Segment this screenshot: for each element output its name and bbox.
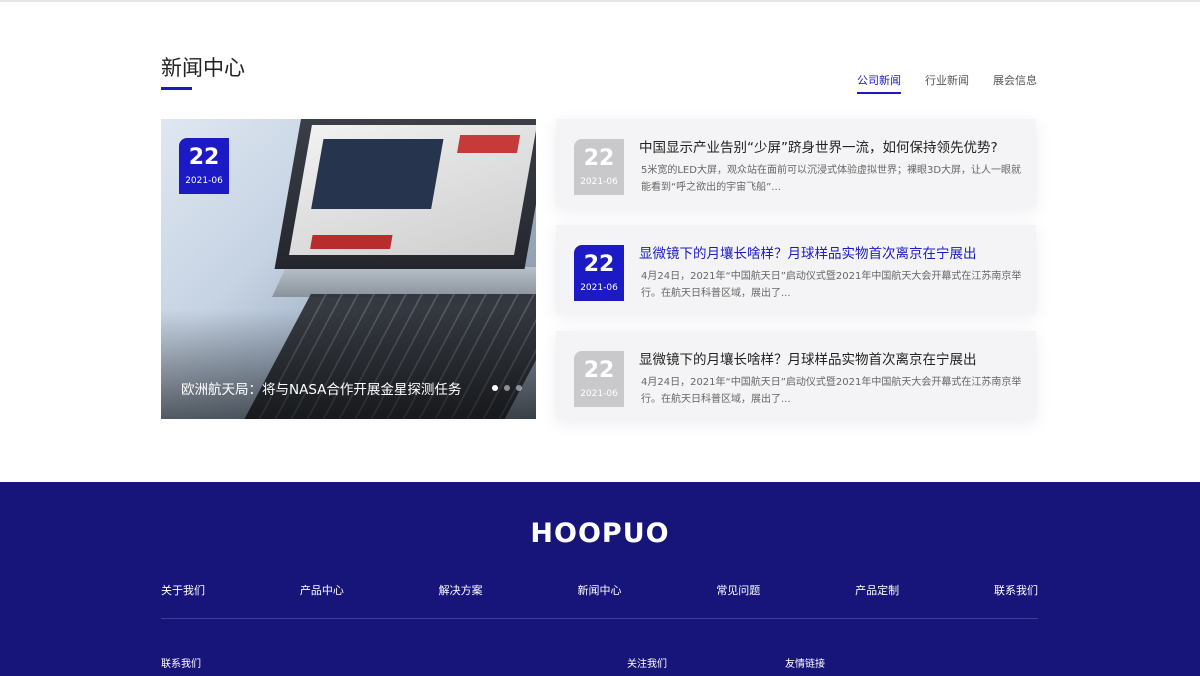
footer-link-solutions[interactable]: 解决方案: [439, 582, 483, 598]
footer-link-contact[interactable]: 联系我们: [994, 582, 1038, 598]
tab-exhibition-info[interactable]: 展会信息: [993, 72, 1037, 94]
news-summary: 5米宽的LED大屏，观众站在面前可以沉浸式体验虚拟世界；裸眼3D大屏，让人一眼就…: [641, 165, 1022, 193]
section-title: 新闻中心: [161, 56, 245, 80]
news-tabs: 公司新闻 行业新闻 展会信息: [857, 72, 1037, 94]
date-year-month: 2021-06: [580, 389, 618, 399]
tab-industry-news[interactable]: 行业新闻: [925, 72, 969, 94]
date-year-month: 2021-06: [185, 176, 223, 186]
date-day: 22: [583, 358, 615, 383]
date-year-month: 2021-06: [580, 283, 618, 293]
date-day: 22: [188, 145, 220, 170]
footer-logo[interactable]: HOOPUO: [0, 518, 1200, 549]
caption-shade: [161, 309, 536, 419]
news-date-badge: 22 2021-06: [574, 351, 624, 407]
laptop-image-edge: [272, 267, 536, 297]
news-list-item[interactable]: 22 2021-06 显微镜下的月壤长啥样？月球样品实物首次离京在宁展出 4月2…: [556, 331, 1036, 419]
news-list-item[interactable]: 22 2021-06 中国显示产业告别“少屏”跻身世界一流，如何保持领先优势? …: [556, 119, 1036, 207]
news-date-badge: 22 2021-06: [574, 245, 624, 301]
date-day: 22: [583, 146, 615, 171]
news-date-badge: 22 2021-06: [574, 139, 624, 195]
carousel-dot-1[interactable]: [492, 385, 498, 391]
footer-link-products[interactable]: 产品中心: [300, 582, 344, 598]
footer-col-links: 友情链接: [785, 659, 825, 670]
news-title[interactable]: 显微镜下的月壤长啥样？月球样品实物首次离京在宁展出: [639, 242, 977, 262]
news-title[interactable]: 显微镜下的月壤长啥样？月球样品实物首次离京在宁展出: [639, 348, 977, 368]
site-footer: HOOPUO 关于我们 产品中心 解决方案 新闻中心 常见问题 产品定制 联系我…: [0, 482, 1200, 676]
featured-news-card[interactable]: 22 2021-06 欧洲航天局：将与NASA合作开展金星探测任务: [161, 119, 536, 419]
footer-col-follow: 关注我们: [627, 659, 667, 670]
footer-col-contact: 联系我们: [161, 659, 201, 670]
carousel-dots: [492, 385, 522, 391]
news-summary: 4月24日，2021年“中国航天日”启动仪式暨2021年中国航天大会开幕式在江苏…: [641, 271, 1022, 299]
footer-link-customize[interactable]: 产品定制: [855, 582, 899, 598]
date-year-month: 2021-06: [580, 177, 618, 187]
news-summary: 4月24日，2021年“中国航天日”启动仪式暨2021年中国航天大会开幕式在江苏…: [641, 377, 1022, 405]
carousel-dot-3[interactable]: [516, 385, 522, 391]
date-day: 22: [583, 252, 615, 277]
featured-caption[interactable]: 欧洲航天局：将与NASA合作开展金星探测任务: [181, 378, 461, 398]
footer-link-news[interactable]: 新闻中心: [577, 582, 621, 598]
footer-nav: 关于我们 产品中心 解决方案 新闻中心 常见问题 产品定制 联系我们: [161, 582, 1038, 598]
featured-date-badge: 22 2021-06: [179, 138, 229, 194]
footer-link-faq[interactable]: 常见问题: [716, 582, 760, 598]
news-list-item[interactable]: 22 2021-06 显微镜下的月壤长啥样？月球样品实物首次离京在宁展出 4月2…: [556, 225, 1036, 313]
tab-company-news[interactable]: 公司新闻: [857, 72, 901, 94]
footer-divider: [161, 618, 1038, 619]
top-divider: [0, 0, 1200, 2]
laptop-screen-image: [274, 119, 536, 269]
title-underline: [161, 87, 192, 90]
carousel-dot-2[interactable]: [504, 385, 510, 391]
news-title[interactable]: 中国显示产业告别“少屏”跻身世界一流，如何保持领先优势?: [639, 136, 998, 156]
footer-link-about[interactable]: 关于我们: [161, 582, 205, 598]
